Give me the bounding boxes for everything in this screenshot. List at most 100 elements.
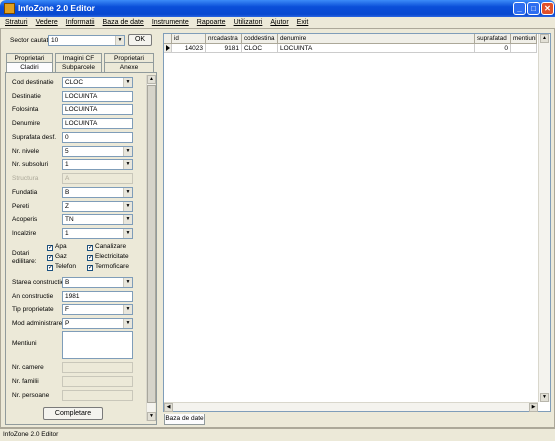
chevron-down-icon[interactable]: ▼ <box>123 147 132 156</box>
col-denumire[interactable]: denumire <box>278 34 475 44</box>
structura-field: A <box>62 173 133 184</box>
chevron-down-icon[interactable]: ▼ <box>123 160 132 169</box>
chevron-down-icon[interactable]: ▼ <box>123 78 132 87</box>
scroll-left-icon[interactable]: ◀ <box>164 403 173 412</box>
cell-coddestina[interactable]: CLOC <box>242 44 278 53</box>
menu-utilizatori[interactable]: Utilizatori <box>234 19 263 26</box>
suprafata-label: Suprafata desf. <box>12 134 57 141</box>
completare-button[interactable]: Completare <box>43 407 103 420</box>
nr-nivele-select[interactable]: 5 ▼ <box>62 146 133 157</box>
fundatia-select[interactable]: B ▼ <box>62 187 133 198</box>
menu-baza-de-date[interactable]: Baza de date <box>103 19 144 26</box>
chevron-down-icon[interactable]: ▼ <box>123 305 132 314</box>
folosinta-field[interactable]: LOCUINTA <box>62 104 133 115</box>
acoperis-select[interactable]: TN ▼ <box>62 214 133 225</box>
denumire-field[interactable]: LOCUINTA <box>62 118 133 129</box>
tab-subparcele[interactable]: Subparcele <box>55 62 102 72</box>
row-header-corner <box>164 34 172 44</box>
checkmark-icon: ✓ <box>87 255 94 261</box>
menu-exit[interactable]: Exit <box>297 19 309 26</box>
telefon-checkbox[interactable]: ✓ Telefon <box>47 263 76 271</box>
chevron-down-icon[interactable]: ▼ <box>123 202 132 211</box>
incalzire-value: 1 <box>65 230 69 237</box>
maximize-icon[interactable]: □ <box>527 2 540 15</box>
tab-anexe[interactable]: Anexe <box>104 62 154 72</box>
acoperis-value: TN <box>65 216 74 223</box>
mentiuni-label: Mentiuni <box>12 340 37 347</box>
close-icon[interactable]: ✕ <box>541 2 554 15</box>
fundatia-value: B <box>65 189 70 196</box>
scroll-right-icon[interactable]: ▶ <box>529 403 538 412</box>
data-grid: id nrcadastra coddestina denumire supraf… <box>163 33 551 412</box>
nr-camere-label: Nr. camere <box>12 364 44 371</box>
cod-destinatie-select[interactable]: CLOC ▼ <box>62 77 133 88</box>
scroll-up-icon[interactable]: ▲ <box>540 34 549 43</box>
grid-hscrollbar[interactable]: ◀ ▶ <box>164 402 538 412</box>
starea-select[interactable]: B ▼ <box>62 277 133 288</box>
an-constructie-label: An constructie <box>12 293 54 300</box>
denumire-label: Denumire <box>12 120 41 127</box>
cell-id[interactable]: 14023 <box>172 44 206 53</box>
col-coddestina[interactable]: coddestina <box>242 34 278 44</box>
row-selector[interactable] <box>164 44 172 53</box>
destinatie-field[interactable]: LOCUINTA <box>62 91 133 102</box>
suprafata-field[interactable]: 0 <box>62 132 133 143</box>
checkmark-icon: ✓ <box>87 265 94 271</box>
menu-ajutor[interactable]: Ajutor <box>270 19 288 26</box>
tab-cladiri[interactable]: Cladiri <box>6 62 53 72</box>
menu-straturi[interactable]: Straturi <box>5 19 28 26</box>
tip-proprietate-value: F <box>65 306 69 313</box>
starea-value: B <box>65 279 70 286</box>
incalzire-label: Incalzire <box>12 230 37 237</box>
chevron-down-icon[interactable]: ▼ <box>123 278 132 287</box>
cell-suprafatad[interactable]: 0 <box>475 44 511 53</box>
apa-label: Apa <box>55 243 67 250</box>
pereti-value: Z <box>65 203 69 210</box>
nr-subsoluri-select[interactable]: 1 ▼ <box>62 159 133 170</box>
apa-checkbox[interactable]: ✓ Apa <box>47 243 67 251</box>
menu-instrumente[interactable]: Instrumente <box>152 19 189 26</box>
chevron-down-icon[interactable]: ▼ <box>123 188 132 197</box>
chevron-down-icon[interactable]: ▼ <box>123 215 132 224</box>
pereti-label: Pereti <box>12 203 29 210</box>
pereti-select[interactable]: Z ▼ <box>62 201 133 212</box>
current-row-icon <box>166 45 170 51</box>
gaz-checkbox[interactable]: ✓ Gaz <box>47 253 67 261</box>
scroll-up-icon[interactable]: ▲ <box>147 75 156 84</box>
mod-administrare-select[interactable]: P ▼ <box>62 318 133 329</box>
tip-proprietate-select[interactable]: F ▼ <box>62 304 133 315</box>
col-nrcadastra[interactable]: nrcadastra <box>206 34 242 44</box>
ok-button[interactable]: OK <box>128 34 152 46</box>
chevron-down-icon[interactable]: ▼ <box>123 319 132 328</box>
structura-label: Structura <box>12 175 39 182</box>
incalzire-select[interactable]: 1 ▼ <box>62 228 133 239</box>
grid-vscrollbar[interactable]: ▲ ▼ <box>538 34 550 402</box>
starea-label: Starea constructiei <box>12 279 66 286</box>
canalizare-checkbox[interactable]: ✓ Canalizare <box>87 243 126 251</box>
menu-informatii[interactable]: Informatii <box>66 19 95 26</box>
scroll-down-icon[interactable]: ▼ <box>540 393 549 402</box>
menu-rapoarte[interactable]: Rapoarte <box>197 19 226 26</box>
menu-vedere[interactable]: Vedere <box>36 19 58 26</box>
chevron-down-icon[interactable]: ▼ <box>115 36 124 45</box>
tab-baza-de-date[interactable]: Baza de date <box>164 414 205 425</box>
scroll-thumb[interactable] <box>147 85 156 403</box>
termoficare-checkbox[interactable]: ✓ Termoficare <box>87 263 129 271</box>
col-mentiuni[interactable]: mentiuni <box>511 34 537 44</box>
minimize-icon[interactable]: _ <box>513 2 526 15</box>
cell-nrcadastra[interactable]: 9181 <box>206 44 242 53</box>
col-suprafatad[interactable]: suprafatad <box>475 34 511 44</box>
electricitate-checkbox[interactable]: ✓ Electricitate <box>87 253 129 261</box>
col-id[interactable]: id <box>172 34 206 44</box>
checkmark-icon: ✓ <box>87 245 94 251</box>
an-constructie-field[interactable]: 1981 <box>62 291 133 302</box>
mentiuni-field[interactable] <box>62 331 133 359</box>
form-scrollbar[interactable]: ▲ ▼ <box>146 75 156 421</box>
chevron-down-icon[interactable]: ▼ <box>123 229 132 238</box>
scroll-down-icon[interactable]: ▼ <box>147 412 156 421</box>
checkmark-icon: ✓ <box>47 255 54 261</box>
cell-mentiuni[interactable] <box>511 44 537 53</box>
cell-denumire[interactable]: LOCUINTA <box>278 44 475 53</box>
menu-bar: Straturi Vedere Informatii Baza de date Inst… <box>0 17 555 28</box>
sector-select[interactable]: 10 ▼ <box>48 35 125 46</box>
